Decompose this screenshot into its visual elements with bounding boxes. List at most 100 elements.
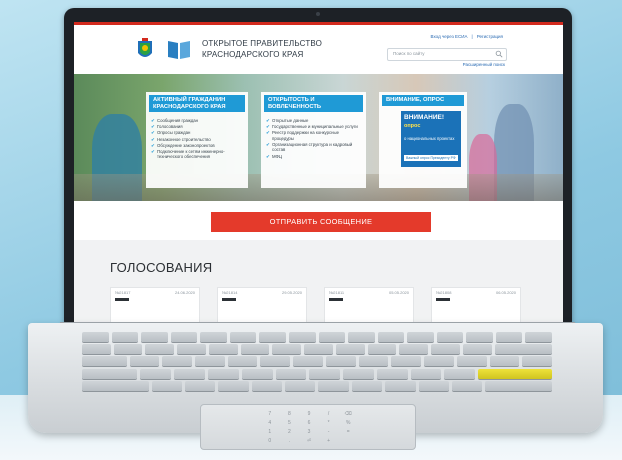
site-title[interactable]: ОТКРЫТОЕ ПРАВИТЕЛЬСТВО КРАСНОДАРСКОГО КР… (202, 38, 382, 60)
key[interactable] (82, 344, 111, 355)
key[interactable] (170, 332, 198, 342)
key[interactable] (431, 344, 460, 355)
key[interactable] (462, 344, 492, 355)
login-link[interactable]: Вход через ЕСИА (431, 34, 468, 39)
key[interactable] (218, 380, 249, 391)
key[interactable] (140, 368, 172, 379)
key[interactable] (275, 368, 307, 379)
enter-key-highlighted[interactable] (478, 368, 553, 379)
key[interactable] (407, 332, 434, 342)
key[interactable] (240, 344, 270, 355)
key[interactable] (129, 356, 160, 367)
key[interactable] (241, 368, 273, 379)
key[interactable] (522, 356, 552, 367)
card-list-item[interactable]: Незаконное строительство (151, 137, 244, 143)
card-list-item[interactable]: Опросы граждан (151, 130, 244, 136)
card-list-item[interactable]: Организационная структура и кадровый сос… (266, 142, 362, 153)
key[interactable] (141, 332, 168, 342)
search-input[interactable]: Поиск по сайту (387, 48, 507, 61)
key[interactable] (111, 332, 139, 342)
shift-key[interactable] (485, 380, 552, 391)
key[interactable] (318, 332, 346, 342)
key[interactable] (376, 368, 408, 379)
backspace-key[interactable] (494, 344, 553, 355)
key[interactable] (259, 332, 286, 342)
poll-card-heading[interactable]: ВНИМАНИЕ, ОПРОС (382, 95, 464, 106)
vote-date: 06.05.2020 (495, 290, 516, 295)
key[interactable] (309, 368, 341, 379)
key[interactable] (251, 380, 283, 391)
key[interactable] (436, 332, 464, 342)
key[interactable] (385, 380, 416, 391)
advanced-search-link[interactable]: Расширенный поиск (463, 62, 505, 67)
vote-card[interactable]: №21814 29.05.2020 (217, 287, 307, 323)
vote-card[interactable]: №21811 05.05.2020 (324, 287, 414, 323)
key[interactable] (285, 380, 316, 391)
shift-key[interactable] (82, 380, 149, 391)
key[interactable] (185, 380, 216, 391)
key[interactable] (489, 356, 520, 367)
key[interactable] (335, 344, 365, 355)
card-list-item[interactable]: Подключение к сетям инженерно-техническо… (151, 149, 244, 160)
key[interactable] (358, 356, 389, 367)
key[interactable] (82, 332, 109, 342)
touchpad[interactable]: 7 8 9 / ⌫ 4 5 6 * % 1 2 3 - = 0 . ⏎ + (200, 404, 416, 450)
key[interactable] (444, 368, 476, 379)
krasnodar-emblem-icon[interactable] (134, 37, 156, 63)
key[interactable] (495, 332, 523, 342)
search-icon[interactable] (495, 50, 503, 58)
key[interactable] (288, 332, 316, 342)
key[interactable] (227, 356, 258, 367)
key[interactable] (391, 356, 422, 367)
key[interactable] (272, 344, 302, 355)
register-link[interactable]: Регистрация (477, 34, 503, 39)
key[interactable] (200, 332, 227, 342)
key[interactable] (293, 356, 323, 367)
key[interactable] (229, 332, 257, 342)
key[interactable] (466, 332, 493, 342)
card-list-item[interactable]: Открытые данные (266, 118, 362, 124)
key[interactable] (410, 368, 442, 379)
card-list-item[interactable]: Реестр поддержки на конкурсные процедуры (266, 130, 362, 141)
key[interactable] (177, 344, 206, 355)
caps-key[interactable] (82, 368, 138, 379)
card-list-item[interactable]: Обсуждение законопроектов (151, 143, 244, 149)
key[interactable] (207, 368, 239, 379)
key[interactable] (351, 380, 383, 391)
key[interactable] (377, 332, 405, 342)
card-list-item[interactable]: Сообщения граждан (151, 118, 244, 124)
card-heading[interactable]: ОТКРЫТОСТЬ И ВОВЛЕЧЕННОСТЬ (264, 95, 363, 113)
vote-card[interactable]: №21808 06.05.2020 (431, 287, 521, 323)
key[interactable] (151, 380, 183, 391)
card-list-item[interactable]: Голосования (151, 124, 244, 130)
card-heading[interactable]: АКТИВНЫЙ ГРАЖДАНИН КРАСНОДАРСКОГО КРАЯ (149, 95, 245, 113)
poll-banner-line2: опрос (404, 123, 421, 129)
send-message-button[interactable]: ОТПРАВИТЬ СООБЩЕНИЕ (211, 212, 431, 232)
key[interactable] (418, 380, 449, 391)
key[interactable] (208, 344, 238, 355)
key[interactable] (145, 344, 175, 355)
key[interactable] (451, 380, 483, 391)
key[interactable] (456, 356, 487, 367)
key[interactable] (525, 332, 552, 342)
card-list-item[interactable]: МФЦ (266, 154, 362, 160)
vote-card[interactable]: №21817 24.06.2020 (110, 287, 200, 323)
key[interactable] (367, 344, 397, 355)
key[interactable] (424, 356, 454, 367)
key[interactable] (325, 356, 356, 367)
numpad-key: / (327, 411, 330, 417)
tab-key[interactable] (82, 356, 127, 367)
open-book-logo-icon[interactable] (166, 37, 192, 61)
key[interactable] (304, 344, 333, 355)
poll-banner[interactable]: ВНИМАНИЕ! опрос о национальных проектах … (401, 111, 461, 167)
key[interactable] (318, 380, 349, 391)
key[interactable] (162, 356, 193, 367)
key[interactable] (260, 356, 291, 367)
key[interactable] (195, 356, 225, 367)
key[interactable] (343, 368, 374, 379)
card-list-item[interactable]: Государственные и муниципальные услуги (266, 124, 362, 130)
key[interactable] (348, 332, 375, 342)
key[interactable] (174, 368, 205, 379)
key[interactable] (113, 344, 143, 355)
key[interactable] (399, 344, 429, 355)
